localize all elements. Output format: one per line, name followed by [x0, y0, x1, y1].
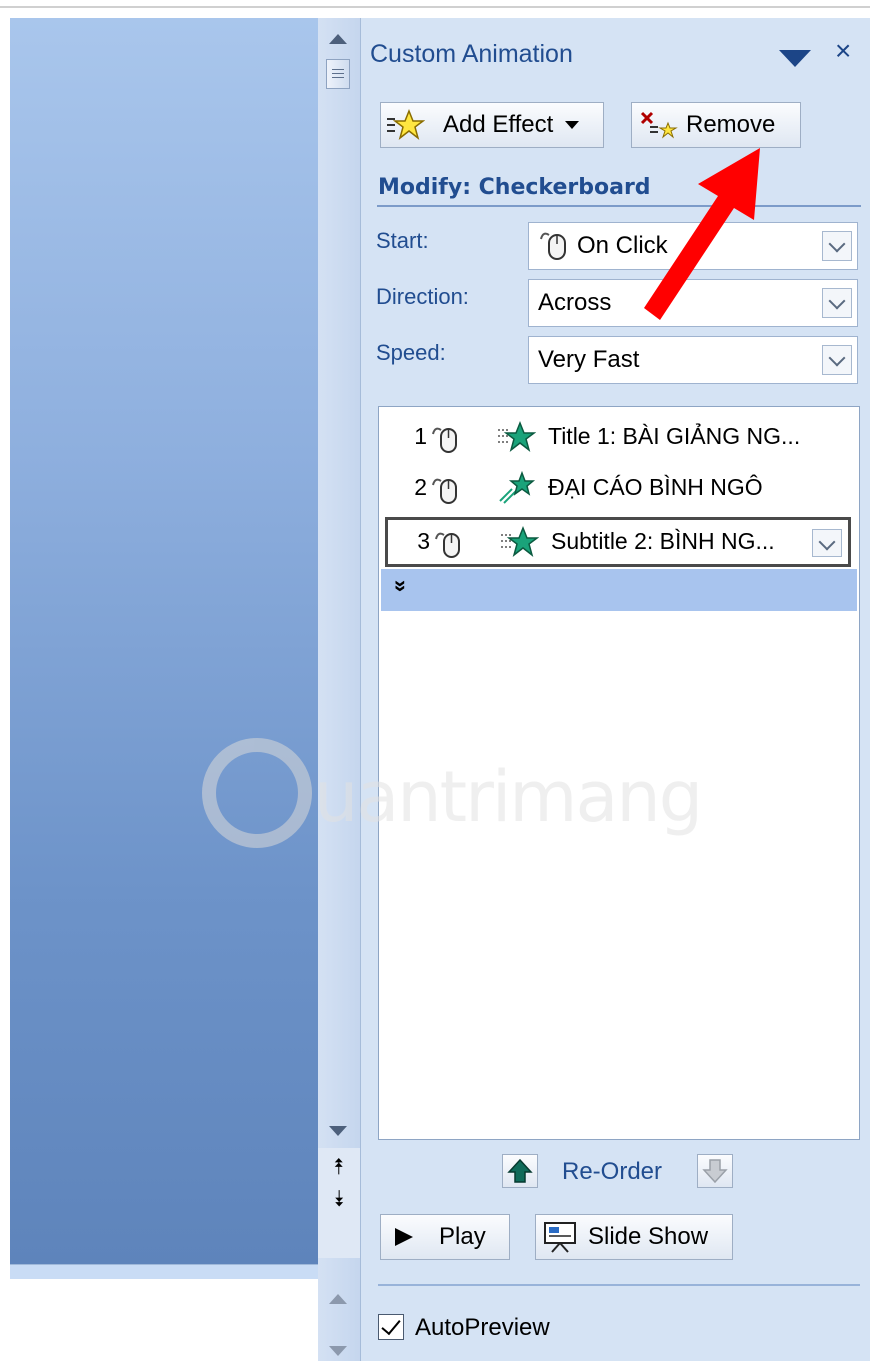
list-item-selected[interactable]: 3 Subtitle 2: BÌNH NG... [385, 517, 851, 567]
add-effect-label: Add Effect [443, 111, 554, 138]
chevron-down-icon [828, 292, 846, 310]
lightbulb-logo-icon [202, 738, 312, 848]
autopreview-label: AutoPreview [415, 1314, 550, 1341]
play-icon [395, 1228, 413, 1246]
notes-scroll-down-icon[interactable] [329, 1346, 347, 1356]
move-down-button[interactable] [697, 1154, 733, 1188]
speed-label: Speed: [376, 340, 446, 365]
slide-show-label: Slide Show [588, 1223, 709, 1250]
pane-title: Custom Animation [370, 40, 573, 68]
autopreview-checkbox[interactable] [378, 1314, 404, 1340]
item-text: ĐẠI CÁO BÌNH NGÔ [548, 474, 763, 500]
scroll-thumb[interactable] [326, 59, 350, 89]
speed-dropdown[interactable]: Very Fast [528, 336, 858, 384]
mouse-click-icon [432, 478, 457, 504]
list-item[interactable]: 2 ĐẠI CÁO BÌNH NGÔ [379, 463, 859, 513]
red-arrow-annotation-icon [644, 148, 760, 320]
entrance-effect-star-icon [498, 420, 536, 452]
slide-canvas[interactable] [10, 18, 318, 1266]
slide-show-button[interactable]: Slide Show [535, 1214, 733, 1260]
list-item[interactable]: 1 Title 1: BÀI GIẢNG NG... [379, 412, 859, 462]
pane-divider [378, 1284, 860, 1286]
page-nav-buttons: ⯭ ⯯ [318, 1148, 360, 1258]
scroll-up-arrow-icon[interactable] [329, 34, 347, 44]
close-icon[interactable]: × [835, 36, 851, 66]
item-text: Subtitle 2: BÌNH NG... [551, 528, 775, 554]
notes-splitter[interactable] [10, 1264, 318, 1279]
direction-dropdown-button[interactable] [822, 288, 852, 318]
notes-area[interactable] [10, 1280, 318, 1361]
chevron-down-icon [828, 349, 846, 367]
speed-dropdown-button[interactable] [822, 345, 852, 375]
arrow-down-icon [702, 1159, 728, 1184]
expand-list-row[interactable]: » [381, 569, 857, 611]
watermark-logo: uantrimang [202, 738, 732, 858]
item-text: Title 1: BÀI GIẢNG NG... [548, 423, 801, 449]
item-number: 3 [417, 528, 430, 554]
arrow-up-icon [507, 1158, 533, 1183]
dropdown-arrow-icon [565, 121, 580, 129]
direction-label: Direction: [376, 284, 469, 309]
play-button[interactable]: Play [380, 1214, 510, 1260]
slide-show-icon [544, 1222, 576, 1253]
chevron-down-icon [828, 235, 846, 253]
scroll-down-arrow-icon[interactable] [329, 1126, 347, 1136]
mouse-click-icon [540, 232, 566, 260]
next-slide-icon[interactable]: ⯯ [318, 1188, 360, 1210]
watermark-text: uantrimang [314, 756, 703, 838]
add-effect-button[interactable]: Add Effect [380, 102, 604, 148]
start-label: Start: [376, 228, 429, 253]
move-up-button[interactable] [502, 1154, 538, 1188]
play-label: Play [439, 1223, 486, 1250]
previous-slide-icon[interactable]: ⯭ [318, 1156, 360, 1178]
mouse-click-icon [432, 427, 457, 453]
fly-in-effect-star-icon [499, 471, 536, 504]
entrance-effect-star-icon [501, 525, 539, 557]
item-number: 2 [414, 474, 427, 500]
notes-scroll-up-icon[interactable] [329, 1294, 347, 1304]
chevron-down-icon [818, 533, 836, 551]
reorder-label: Re-Order [562, 1158, 663, 1185]
start-dropdown-button[interactable] [822, 231, 852, 261]
speed-value: Very Fast [538, 346, 640, 373]
expand-chevron-icon: » [389, 579, 415, 593]
vertical-scrollbar[interactable]: ⯭ ⯯ [318, 18, 360, 1361]
item-dropdown-button[interactable] [812, 529, 842, 557]
pane-options-menu-icon[interactable] [779, 50, 811, 67]
add-effect-star-icon [387, 109, 425, 140]
window-top-edge [0, 0, 870, 10]
mouse-click-icon [435, 532, 460, 558]
item-number: 1 [414, 423, 427, 449]
